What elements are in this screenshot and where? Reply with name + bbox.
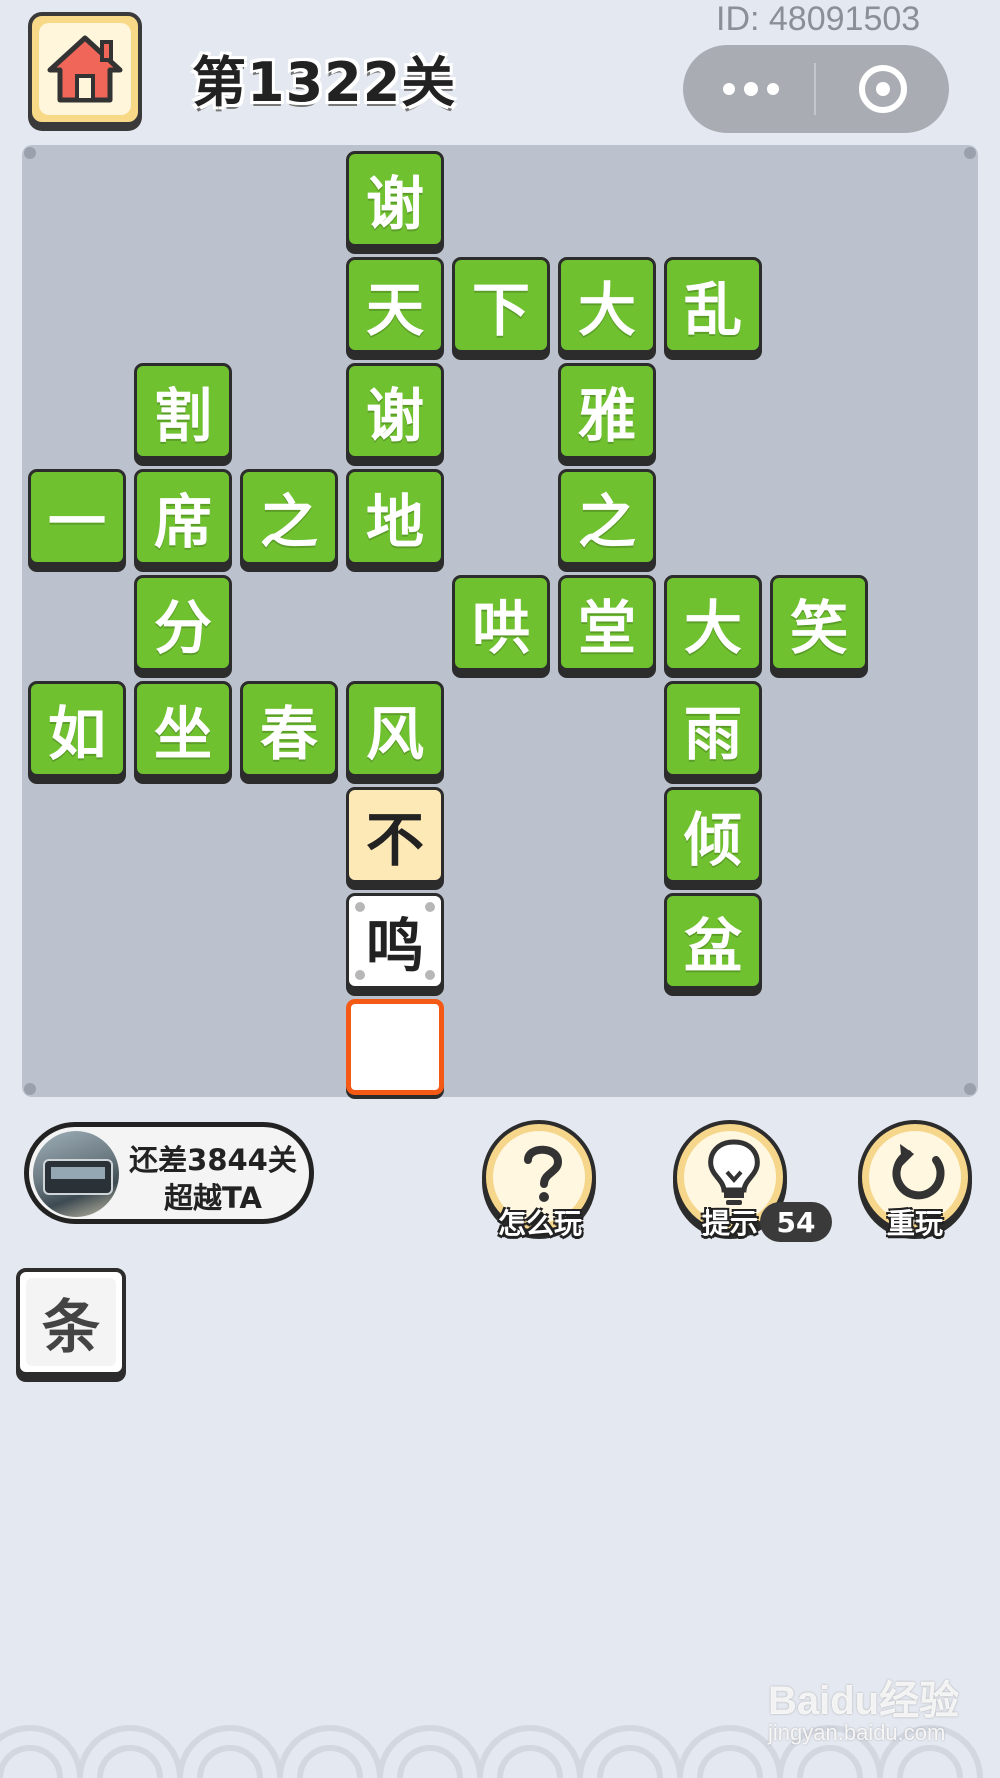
more-dots-icon [767, 83, 779, 95]
target-dot [876, 82, 890, 96]
board-tile: 大 [664, 575, 762, 671]
board-corner [24, 147, 36, 159]
tile-char: 乱 [683, 276, 742, 344]
rival-player-card[interactable]: 还差3844关 超越TA [24, 1122, 314, 1224]
user-id: ID: 48091503 [716, 0, 921, 38]
tile-char: 大 [577, 276, 636, 344]
tile-char: 一 [47, 488, 106, 556]
board-tile: 春 [240, 681, 338, 777]
board-tile: 风 [346, 681, 444, 777]
level-title: 第1322关 [192, 51, 457, 114]
board-tile: 大 [558, 257, 656, 353]
avatar [33, 1131, 119, 1217]
tile-char: 笑 [789, 594, 848, 662]
board-tile: 雅 [558, 363, 656, 459]
tile-char: 分 [153, 594, 212, 662]
tile-char: 风 [365, 700, 424, 768]
board-corner [964, 147, 976, 159]
board-tile[interactable]: 鸣 [346, 893, 444, 989]
tile-char: 之 [577, 488, 636, 556]
more-button[interactable] [683, 45, 816, 133]
board-tile: 盆 [664, 893, 762, 989]
watermark-url: jingyan.baidu.com [768, 1720, 946, 1745]
hint-label: 提示 [701, 1207, 758, 1240]
question-mark-icon [524, 1145, 563, 1202]
close-button[interactable] [816, 45, 949, 133]
board-tile: 堂 [558, 575, 656, 671]
tile-pin [355, 970, 365, 980]
tile-char: 雅 [577, 382, 636, 450]
board-tile: 乱 [664, 257, 762, 353]
tile-char: 大 [683, 594, 742, 662]
board-tile: 倾 [664, 787, 762, 883]
board-tile: 如 [28, 681, 126, 777]
tile-char: 倾 [683, 806, 742, 874]
board-tile: 不 [346, 787, 444, 883]
board-tile: 谢 [346, 151, 444, 247]
levels-behind-text: 还差3844关 [129, 1143, 297, 1177]
tile-char: 鸣 [365, 912, 424, 980]
tile-char: 哄 [471, 594, 530, 662]
board-tile: 谢 [346, 363, 444, 459]
tile-char: 如 [47, 700, 106, 768]
board-corner [24, 1083, 36, 1095]
puzzle-board: 谢天下大乱割谢雅一席之地之分哄堂大笑如坐春风雨不倾鸣盆 [22, 145, 978, 1097]
watermark: Baidu经验 jingyan.baidu.com [768, 1668, 968, 1768]
replay-label: 重玩 [886, 1207, 943, 1240]
board-tile: 分 [134, 575, 232, 671]
more-dots-icon [744, 82, 758, 96]
tile-char: 雨 [683, 700, 742, 768]
tile-char: 地 [365, 488, 424, 556]
refresh-icon [892, 1144, 945, 1200]
more-dots-icon [723, 83, 735, 95]
home-button[interactable] [28, 12, 142, 126]
board-tile: 一 [28, 469, 126, 565]
board-tile: 之 [558, 469, 656, 565]
tile-pin [425, 902, 435, 912]
board-tile: 下 [452, 257, 550, 353]
help-label: 怎么玩 [497, 1207, 582, 1240]
board-tile: 地 [346, 469, 444, 565]
option-char: 条 [26, 1278, 116, 1366]
option-tile[interactable]: 条 [16, 1268, 126, 1376]
board-tile: 坐 [134, 681, 232, 777]
tile-pin [355, 902, 365, 912]
tile-pin [425, 970, 435, 980]
tile-char: 割 [153, 382, 212, 450]
tile-char: 下 [471, 276, 530, 344]
board-tile: 天 [346, 257, 444, 353]
board-tile: 之 [240, 469, 338, 565]
hint-count-badge: 54 [760, 1202, 832, 1242]
mini-program-capsule [683, 45, 949, 133]
tile-char: 席 [153, 488, 212, 556]
surpass-text: 超越TA [164, 1181, 262, 1215]
lightbulb-icon [708, 1139, 760, 1205]
tile-char: 春 [259, 700, 318, 768]
watermark-brand: Baidu经验 [768, 1679, 960, 1723]
tile-char: 堂 [577, 594, 636, 662]
tile-char: 不 [365, 806, 424, 874]
board-tile: 雨 [664, 681, 762, 777]
board-corner [964, 1083, 976, 1095]
tile-char: 谢 [365, 170, 424, 238]
answer-slot-active[interactable] [346, 999, 444, 1095]
home-icon [47, 35, 123, 103]
tile-char: 盆 [683, 912, 742, 980]
board-tile: 笑 [770, 575, 868, 671]
tile-char: 之 [259, 488, 318, 556]
avatar-image [43, 1159, 113, 1195]
board-tile: 割 [134, 363, 232, 459]
tile-char: 天 [365, 276, 424, 344]
board-tile: 哄 [452, 575, 550, 671]
board-tile: 席 [134, 469, 232, 565]
tile-char: 坐 [153, 700, 212, 768]
tile-char: 谢 [365, 382, 424, 450]
